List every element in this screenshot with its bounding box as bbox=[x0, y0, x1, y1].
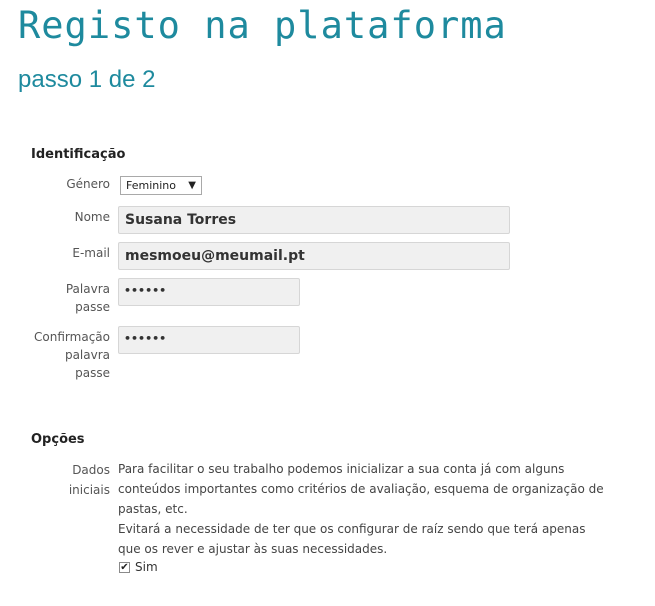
confirmacao-label-line2: palavra bbox=[64, 348, 110, 362]
confirmacao-label: Confirmação palavra passe bbox=[34, 328, 110, 382]
confirmacao-mask: •••••• bbox=[124, 332, 167, 345]
dados-iniciais-label-line2: iniciais bbox=[68, 483, 110, 497]
chevron-down-icon: ▼ bbox=[188, 180, 196, 191]
description-line: conteúdos importantes como critérios de … bbox=[118, 482, 604, 496]
palavra-passe-label-line1: Palavra bbox=[65, 282, 110, 296]
confirmacao-label-line3: passe bbox=[75, 366, 110, 380]
checkmark-icon: ✔ bbox=[120, 562, 129, 573]
page-title: Registo na plataforma bbox=[18, 4, 507, 47]
nome-label: Nome bbox=[74, 210, 110, 224]
description-line: Para facilitar o seu trabalho podemos in… bbox=[118, 462, 565, 476]
nome-field-value: Susana Torres bbox=[125, 212, 237, 228]
dados-iniciais-label-line1: Dados bbox=[72, 463, 110, 477]
sim-checkbox[interactable]: ✔ bbox=[119, 562, 130, 573]
palavra-passe-label-line2: passe bbox=[75, 300, 110, 314]
description-line: que os rever e ajustar às suas necessida… bbox=[118, 542, 388, 556]
description-line: pastas, etc. bbox=[118, 502, 188, 516]
genero-select-value: Feminino bbox=[126, 179, 176, 192]
section-title-opcoes: Opções bbox=[31, 432, 85, 447]
palavra-passe-field[interactable]: •••••• bbox=[118, 278, 300, 306]
sim-checkbox-label[interactable]: Sim bbox=[135, 560, 158, 574]
nome-field[interactable]: Susana Torres bbox=[118, 206, 510, 234]
dados-iniciais-description: Para facilitar o seu trabalho podemos in… bbox=[118, 459, 638, 559]
palavra-passe-mask: •••••• bbox=[124, 284, 167, 297]
email-label: E-mail bbox=[72, 246, 110, 260]
description-line: Evitará a necessidade de ter que os conf… bbox=[118, 522, 586, 536]
email-field-value: mesmoeu@meumail.pt bbox=[125, 248, 305, 264]
palavra-passe-label: Palavra passe bbox=[66, 280, 110, 316]
confirmacao-label-line1: Confirmação bbox=[34, 330, 110, 344]
section-title-identificacao: Identificação bbox=[31, 147, 126, 162]
email-field[interactable]: mesmoeu@meumail.pt bbox=[118, 242, 510, 270]
genero-label: Género bbox=[66, 177, 110, 191]
page-subtitle: passo 1 de 2 bbox=[18, 66, 156, 93]
confirmacao-field[interactable]: •••••• bbox=[118, 326, 300, 354]
genero-select[interactable]: Feminino ▼ bbox=[120, 176, 202, 195]
dados-iniciais-label: Dados iniciais bbox=[69, 460, 110, 500]
